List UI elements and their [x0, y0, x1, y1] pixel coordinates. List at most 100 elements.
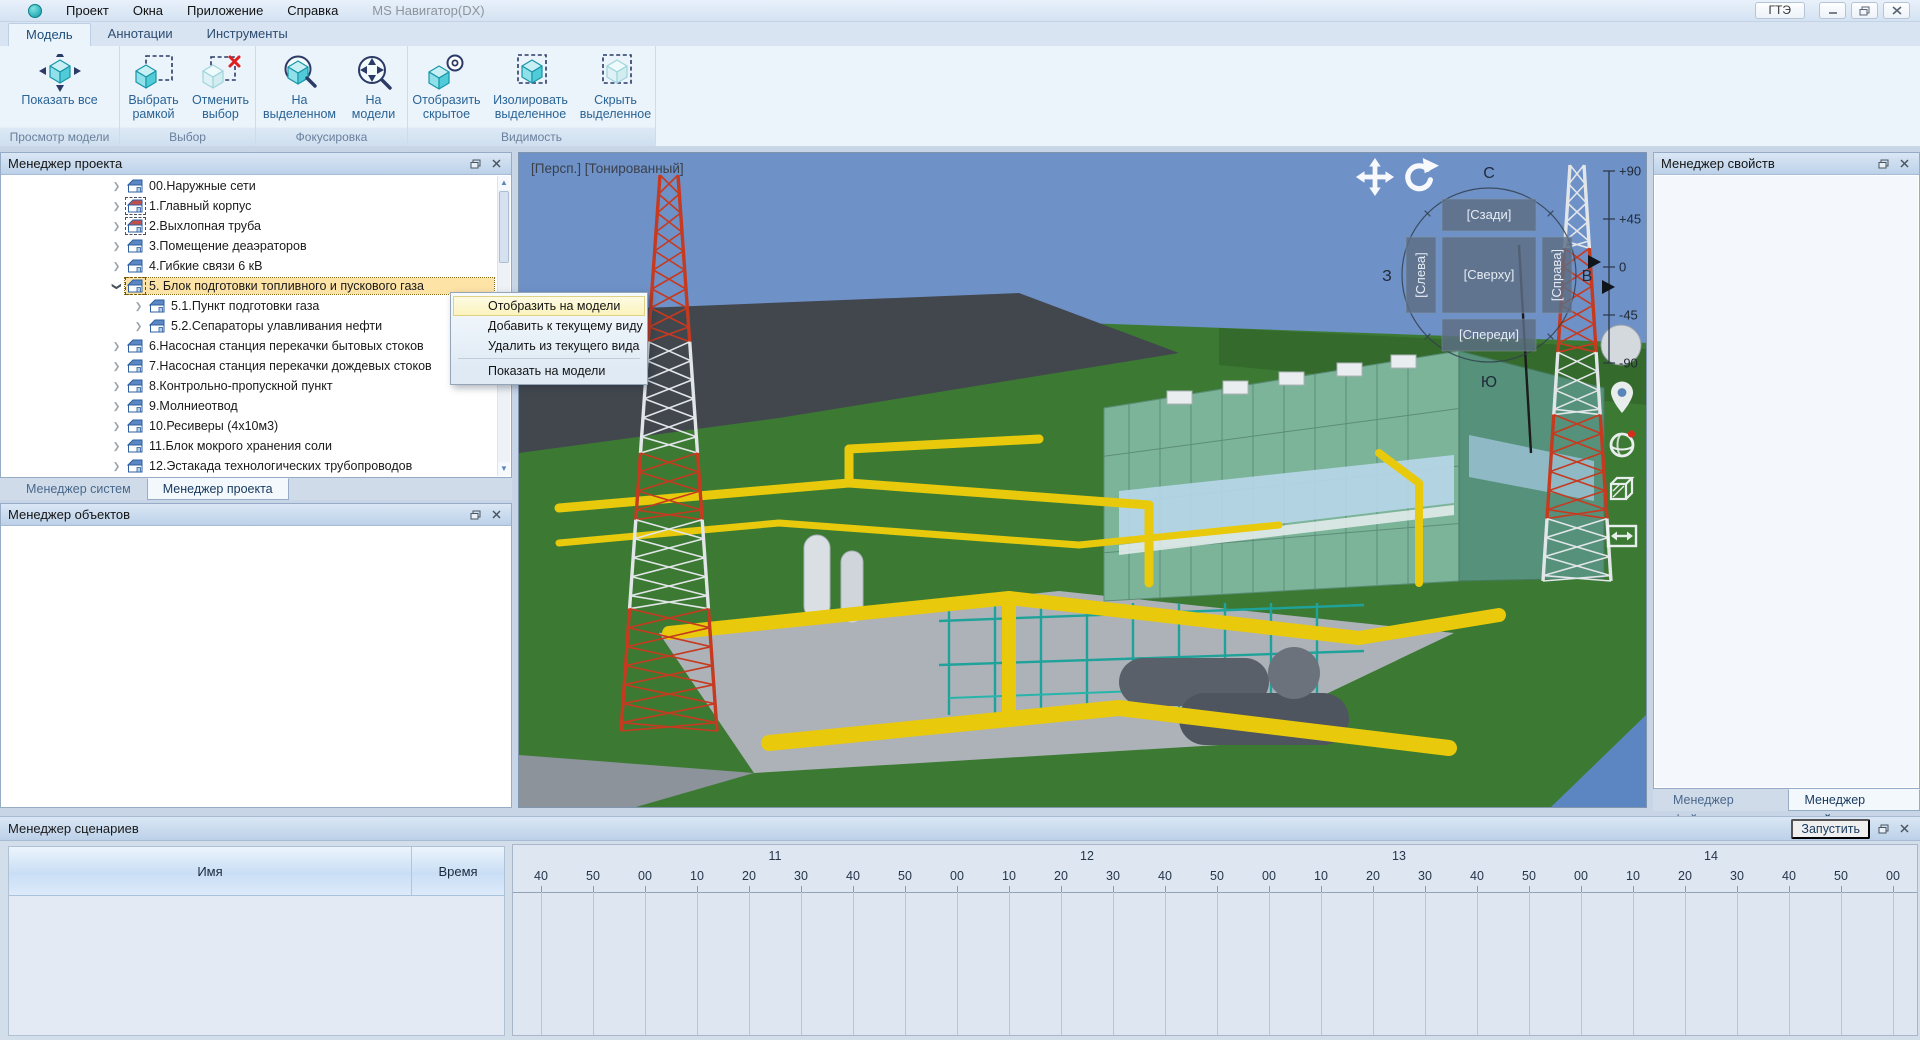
minimize-button[interactable] — [1819, 2, 1846, 19]
tree-item[interactable]: ❯11.Блок мокрого хранения соли — [2, 436, 497, 456]
float-panel-icon[interactable] — [467, 507, 483, 522]
properties-title: Менеджер свойств — [1661, 156, 1775, 171]
location-pin-icon[interactable] — [1603, 379, 1641, 420]
ribbon-button-отобразить-скрытое[interactable]: Отобразить скрытое — [409, 51, 485, 121]
chevron-expanded-icon[interactable]: ❯ — [111, 280, 122, 293]
timeline-gridline — [1321, 892, 1322, 1035]
rotate-view-icon[interactable] — [1397, 157, 1439, 200]
tree-item[interactable]: ❯ 1.Главный корпус — [2, 196, 497, 216]
timeline-minute-label: 00 — [1879, 869, 1907, 883]
session-button[interactable]: ГТЭ — [1755, 2, 1805, 19]
chevron-collapsed-icon[interactable]: ❯ — [110, 181, 123, 192]
chevron-collapsed-icon[interactable]: ❯ — [110, 461, 123, 472]
tree-item-label: 1.Главный корпус — [149, 199, 251, 213]
tree-item[interactable]: ❯00.Наружные сети — [2, 176, 497, 196]
timeline-minute-label: 10 — [1307, 869, 1335, 883]
restore-button[interactable] — [1851, 2, 1878, 19]
ribbon-button-показать-все[interactable]: Показать все — [8, 51, 112, 107]
timeline-gridline — [1789, 892, 1790, 1035]
cancel-selection-icon — [199, 53, 243, 93]
chevron-collapsed-icon[interactable]: ❯ — [132, 301, 145, 312]
tree-item[interactable]: ❯6.Насосная станция перекачки бытовых ст… — [2, 336, 497, 356]
column-name[interactable]: Имя — [9, 847, 412, 895]
tree-item[interactable]: ❯9.Молниеотвод — [2, 396, 497, 416]
pan-view-icon[interactable] — [1355, 157, 1395, 200]
context-menu-item[interactable]: Отобразить на модели — [453, 296, 645, 316]
float-panel-icon[interactable] — [1875, 821, 1891, 836]
tree-item[interactable]: ❯5.1.Пункт подготовки газа — [2, 296, 497, 316]
run-scenario-button[interactable]: Запустить — [1791, 819, 1870, 839]
timeline-minute-label: 10 — [995, 869, 1023, 883]
tree-item[interactable]: ❯2.Выхлопная труба — [2, 216, 497, 236]
close-panel-icon[interactable] — [1896, 156, 1912, 171]
scenario-header: Менеджер сценариев Запустить — [0, 817, 1920, 841]
compass-angle-label: +90 — [1619, 164, 1641, 179]
panel-tab-1[interactable]: Менеджер свойств — [1788, 789, 1920, 811]
3d-viewport[interactable]: [Персп.] [Тонированный] СЮЗВ[Сзади][Свер… — [518, 152, 1647, 808]
ribbon-button-отменить-выбор[interactable]: Отменить выбор — [188, 51, 254, 121]
ribbon-button-выбрать-рамкой[interactable]: Выбрать рамкой — [122, 51, 186, 121]
scroll-up-icon[interactable]: ▲ — [498, 176, 510, 190]
panel-tab-0[interactable]: Менеджер систем — [10, 478, 147, 500]
chevron-collapsed-icon[interactable]: ❯ — [110, 441, 123, 452]
tree-item[interactable]: ❯7.Насосная станция перекачки дождевых с… — [2, 356, 497, 376]
menu-item-0[interactable]: Проект — [54, 0, 121, 22]
objects-manager-panel: Менеджер объектов — [0, 503, 512, 808]
chevron-collapsed-icon[interactable]: ❯ — [110, 221, 123, 232]
context-menu-item[interactable]: Добавить к текущему виду — [453, 316, 645, 336]
float-panel-icon[interactable] — [1875, 156, 1891, 171]
chevron-collapsed-icon[interactable]: ❯ — [110, 361, 123, 372]
scrollbar-thumb[interactable] — [499, 191, 509, 263]
tree-item[interactable]: ❯10.Ресиверы (4х10м3) — [2, 416, 497, 436]
isometric-cube-icon[interactable] — [1603, 471, 1641, 512]
timeline-gridline — [1009, 892, 1010, 1035]
tree-item-content: 2.Выхлопная труба — [125, 218, 264, 234]
float-panel-icon[interactable] — [467, 156, 483, 171]
tree-item[interactable]: ❯4.Гибкие связи 6 кВ — [2, 256, 497, 276]
pan-horizontal-icon[interactable] — [1603, 517, 1641, 558]
panel-tab-1[interactable]: Менеджер проекта — [147, 478, 289, 500]
app-logo-icon — [28, 4, 42, 18]
ribbon-tab-0[interactable]: Модель — [8, 23, 91, 46]
panel-tab-0[interactable]: Менеджер файлов — [1657, 789, 1788, 811]
chevron-collapsed-icon[interactable]: ❯ — [132, 321, 145, 332]
menu-bar: ПроектОкнаПриложениеСправка — [54, 0, 350, 22]
tree-item[interactable]: ❯3.Помещение деаэраторов — [2, 236, 497, 256]
application-window: ПроектОкнаПриложениеСправка MS Навигатор… — [0, 0, 1920, 1040]
menu-item-3[interactable]: Справка — [275, 0, 350, 22]
ribbon-button-на-модели[interactable]: На модели — [343, 51, 405, 121]
column-time[interactable]: Время — [412, 847, 504, 895]
scenario-timeline[interactable]: 4050001020304050001020304050001020304050… — [512, 844, 1918, 1036]
tree-item[interactable]: ❯5.2.Сепараторы улавливания нефти — [2, 316, 497, 336]
chevron-collapsed-icon[interactable]: ❯ — [110, 341, 123, 352]
tree-item[interactable]: ❯12.Эстакада технологических трубопровод… — [2, 456, 497, 476]
tree-item[interactable]: ❯8.Контрольно-пропускной пункт — [2, 376, 497, 396]
close-panel-icon[interactable] — [488, 156, 504, 171]
menu-item-2[interactable]: Приложение — [175, 0, 275, 22]
chevron-collapsed-icon[interactable]: ❯ — [110, 381, 123, 392]
ribbon-tab-2[interactable]: Инструменты — [190, 23, 305, 46]
chevron-collapsed-icon[interactable]: ❯ — [110, 261, 123, 272]
app-title: MS Навигатор(DX) — [372, 3, 484, 18]
menu-item-1[interactable]: Окна — [121, 0, 175, 22]
context-menu-item[interactable]: Удалить из текущего вида — [453, 336, 645, 356]
chevron-collapsed-icon[interactable]: ❯ — [110, 241, 123, 252]
chevron-collapsed-icon[interactable]: ❯ — [110, 201, 123, 212]
chevron-collapsed-icon[interactable]: ❯ — [110, 421, 123, 432]
scroll-down-icon[interactable]: ▼ — [498, 462, 510, 476]
ribbon-button-label: Показать все — [21, 93, 97, 107]
ribbon-button-изолировать-выделенное[interactable]: Изолировать выделенное — [487, 51, 575, 121]
ribbon-tab-1[interactable]: Аннотации — [91, 23, 190, 46]
model-node-icon — [127, 199, 144, 213]
close-panel-icon[interactable] — [488, 507, 504, 522]
orbit-globe-icon[interactable] — [1603, 425, 1641, 466]
close-panel-icon[interactable] — [1896, 821, 1912, 836]
timeline-minute-label: 20 — [1671, 869, 1699, 883]
hide-selected-icon — [594, 53, 638, 93]
context-menu-item[interactable]: Показать на модели — [453, 361, 645, 381]
ribbon-button-на-выделенном[interactable]: На выделенном — [259, 51, 341, 121]
tree-item[interactable]: ❯5. Блок подготовки топливного и пусково… — [2, 276, 497, 296]
close-window-button[interactable] — [1883, 2, 1910, 19]
ribbon-button-скрыть-выделенное[interactable]: Скрыть выделенное — [577, 51, 655, 121]
chevron-collapsed-icon[interactable]: ❯ — [110, 401, 123, 412]
